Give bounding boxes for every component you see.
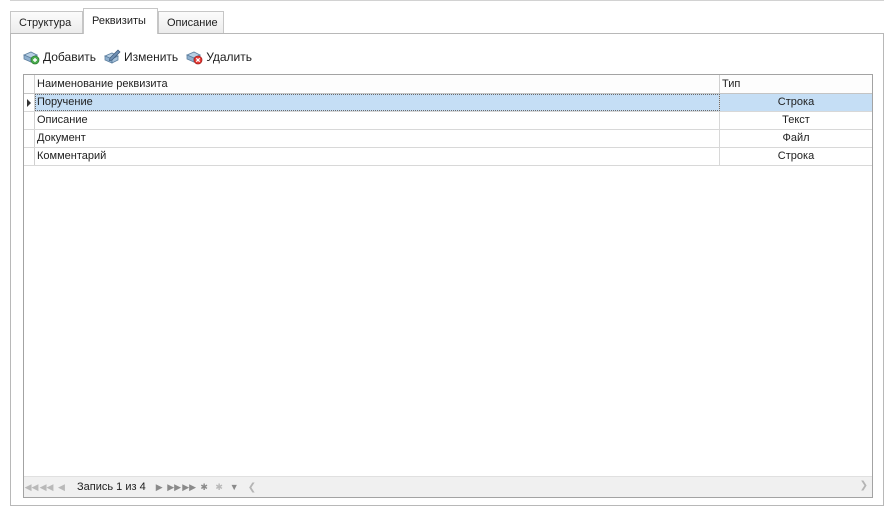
cell-name[interactable]: Описание — [35, 112, 720, 129]
scroll-right-icon[interactable]: ❯ — [860, 480, 868, 491]
grid-header: Наименование реквизита Тип — [24, 75, 872, 94]
tab-description[interactable]: Описание — [158, 11, 224, 33]
row-indicator — [24, 94, 35, 111]
next-record-icon[interactable]: ▶ — [152, 478, 167, 496]
scroll-left-icon[interactable]: ❮ — [248, 482, 256, 493]
delete-button-label: Удалить — [206, 50, 253, 64]
record-position-text: Запись 1 из 4 — [77, 481, 146, 493]
cell-type[interactable]: Файл — [720, 130, 872, 147]
header-indicator — [24, 75, 35, 93]
add-button[interactable]: Добавить — [23, 49, 96, 65]
tab-requisites[interactable]: Реквизиты — [83, 8, 158, 34]
edit-icon — [104, 49, 121, 64]
column-header-name[interactable]: Наименование реквизита — [35, 75, 720, 93]
edit-button[interactable]: Изменить — [104, 49, 178, 65]
edit-record-icon[interactable]: ✱ — [212, 478, 227, 496]
delete-button[interactable]: Удалить — [186, 49, 252, 65]
table-row[interactable]: Документ Файл — [24, 130, 872, 148]
toolbar: Добавить Изменить Удалить — [23, 47, 260, 67]
edit-button-label: Изменить — [124, 50, 179, 64]
filter-icon[interactable]: ▼ — [227, 478, 242, 496]
table-row[interactable]: Комментарий Строка — [24, 148, 872, 166]
last-page-icon[interactable]: ▶▶ — [182, 478, 197, 496]
top-divider — [10, 0, 884, 1]
tab-strip: Структура Реквизиты Описание — [10, 8, 884, 34]
row-indicator — [24, 112, 35, 129]
append-record-icon[interactable]: ✱ — [197, 478, 212, 496]
next-page-icon[interactable]: ▶▶ — [167, 478, 182, 496]
prev-record-icon[interactable]: ◀ — [54, 478, 69, 496]
record-navigator: ◀◀ ◀◀ ◀ Запись 1 из 4 ▶ ▶▶ ▶▶ ✱ ✱ ▼ ❮ ❯ — [24, 476, 872, 497]
prev-page-icon[interactable]: ◀◀ — [39, 478, 54, 496]
add-icon — [23, 51, 40, 65]
table-row[interactable]: Поручение Строка — [24, 94, 872, 112]
current-row-arrow-icon — [27, 99, 31, 107]
cell-name[interactable]: Документ — [35, 130, 720, 147]
cell-type[interactable]: Строка — [720, 148, 872, 165]
add-button-label: Добавить — [43, 50, 97, 64]
table-row[interactable]: Описание Текст — [24, 112, 872, 130]
cell-name[interactable]: Комментарий — [35, 148, 720, 165]
column-header-type[interactable]: Тип — [720, 75, 870, 93]
cell-type[interactable]: Текст — [720, 112, 872, 129]
requisites-grid: Наименование реквизита Тип Поручение Стр… — [23, 74, 873, 498]
first-page-icon[interactable]: ◀◀ — [24, 478, 39, 496]
tab-structure[interactable]: Структура — [10, 11, 83, 33]
cell-type[interactable]: Строка — [720, 94, 872, 111]
row-indicator — [24, 130, 35, 147]
delete-icon — [186, 51, 203, 65]
cell-name[interactable]: Поручение — [35, 94, 720, 111]
row-indicator — [24, 148, 35, 165]
requisites-panel: Добавить Изменить Удалить Наименование р… — [10, 33, 884, 506]
